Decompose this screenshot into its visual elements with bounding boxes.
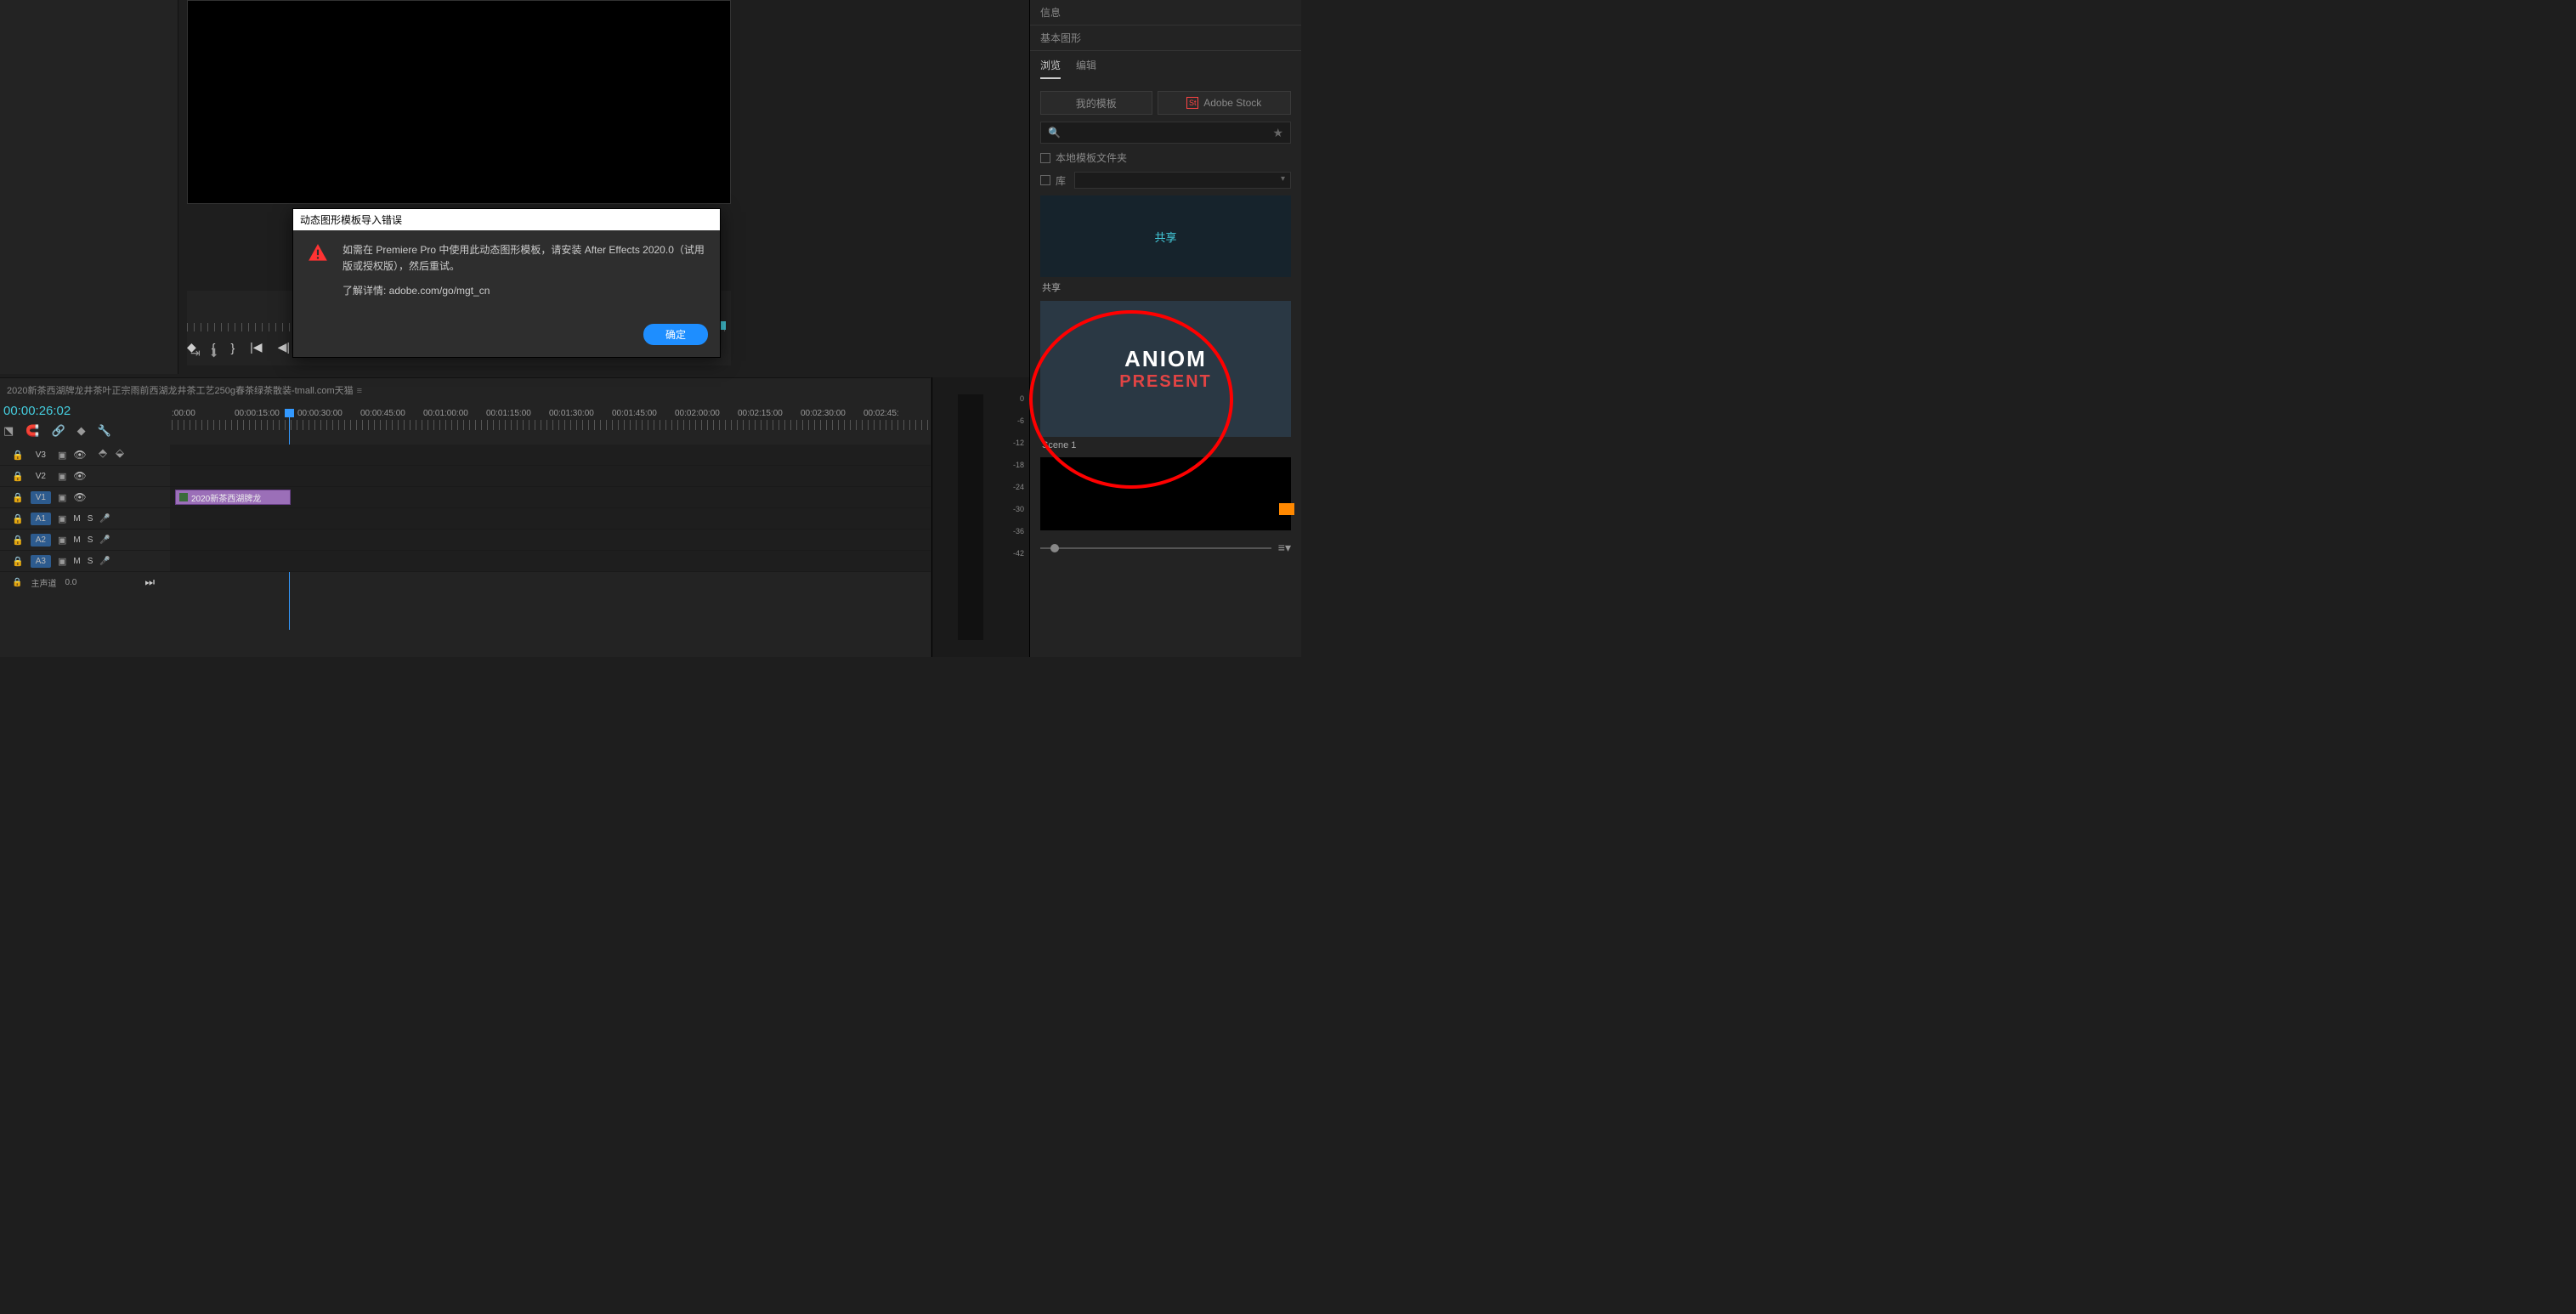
voice-record-icon[interactable]: 🎤 bbox=[99, 557, 110, 566]
effects-panel-collapsed bbox=[0, 0, 178, 374]
mute-icon[interactable]: M bbox=[73, 514, 80, 524]
template-thumb-empty[interactable] bbox=[1040, 457, 1291, 530]
thumbnail-size-slider[interactable] bbox=[1040, 547, 1271, 549]
timeline-panel: 2020新茶西湖牌龙井茶叶正宗雨前西湖龙井茶工艺250g春茶绿茶散装-tmall… bbox=[0, 377, 931, 657]
linked-selection-icon[interactable]: 🔗 bbox=[51, 424, 65, 438]
lock-icon[interactable]: 🔒 bbox=[12, 578, 22, 587]
lock-icon[interactable]: 🔒 bbox=[12, 513, 24, 524]
skip-icon[interactable]: ⏭ bbox=[144, 575, 155, 589]
marker-tool-icon[interactable]: ◆ bbox=[77, 424, 86, 438]
template-thumb-share[interactable]: 共享 bbox=[1040, 195, 1291, 277]
dialog-title: 动态图形模板导入错误 bbox=[293, 209, 720, 230]
my-templates-button[interactable]: 我的模板 bbox=[1040, 91, 1152, 115]
essential-graphics-panel-tab[interactable]: 基本图形 bbox=[1030, 25, 1301, 51]
track-output-icon[interactable]: ▣ bbox=[58, 471, 66, 482]
adobe-stock-button[interactable]: St Adobe Stock bbox=[1158, 91, 1291, 115]
aniom-title-text: ANIOM bbox=[1124, 346, 1207, 372]
sequence-title[interactable]: 2020新茶西湖牌龙井茶叶正宗雨前西湖龙井茶工艺250g春茶绿茶散装-tmall… bbox=[0, 378, 931, 402]
voice-record-icon[interactable]: 🎤 bbox=[99, 535, 110, 545]
eye-icon[interactable]: 👁 bbox=[73, 470, 86, 482]
share-group-label: 共享 bbox=[1042, 280, 1291, 294]
track-output-icon[interactable]: ▣ bbox=[58, 535, 66, 546]
track-output-icon[interactable]: ▣ bbox=[58, 492, 66, 503]
lock-icon[interactable]: 🔒 bbox=[12, 535, 24, 546]
aniom-subtitle-text: PRESENT bbox=[1119, 372, 1211, 392]
fx-badge-icon bbox=[179, 493, 188, 501]
solo-icon[interactable]: S bbox=[88, 557, 93, 566]
voice-record-icon[interactable]: 🎤 bbox=[99, 514, 110, 524]
eye-icon[interactable]: 👁 bbox=[73, 491, 86, 503]
track-v3[interactable]: 🔒V3▣👁 bbox=[0, 445, 931, 466]
error-dialog: 动态图形模板导入错误 如需在 Premiere Pro 中使用此动态图形模板，请… bbox=[292, 208, 721, 358]
dialog-message: 如需在 Premiere Pro 中使用此动态图形模板，请安装 After Ef… bbox=[343, 242, 706, 309]
library-dropdown[interactable] bbox=[1074, 172, 1291, 189]
track-v1[interactable]: 🔒V1▣👁 2020新茶西湖牌龙 bbox=[0, 487, 931, 508]
lock-icon[interactable]: 🔒 bbox=[12, 492, 24, 503]
step-back-icon[interactable]: ◀| bbox=[278, 340, 290, 354]
settings-icon[interactable]: 🔧 bbox=[98, 424, 111, 438]
template-thumb-scene1[interactable]: ANIOM PRESENT bbox=[1040, 301, 1291, 437]
overwrite-icon[interactable]: ⬇ bbox=[209, 346, 219, 360]
mute-icon[interactable]: M bbox=[73, 557, 80, 566]
audio-meters[interactable]: 0 -6 -12 -18 -24 -30 -36 -42 bbox=[931, 377, 1029, 657]
search-icon: 🔍 bbox=[1048, 127, 1061, 139]
snap-icon[interactable]: 🧲 bbox=[25, 424, 39, 438]
stock-icon: St bbox=[1186, 97, 1198, 109]
library-checkbox[interactable] bbox=[1040, 175, 1050, 185]
scene1-label: Scene 1 bbox=[1042, 440, 1291, 450]
right-panel: 信息 基本图形 浏览 编辑 我的模板 St Adobe Stock 🔍 ★ 本地… bbox=[1029, 0, 1301, 657]
nest-icon[interactable]: ⬔ bbox=[3, 424, 14, 438]
sort-menu-icon[interactable]: ≡▾ bbox=[1278, 541, 1291, 555]
timeline-timecode[interactable]: 00:00:26:02 bbox=[3, 404, 71, 418]
track-a1[interactable]: 🔒A1▣MS🎤 bbox=[0, 508, 931, 530]
track-output-icon[interactable]: ▣ bbox=[58, 450, 66, 461]
local-folder-label: 本地模板文件夹 bbox=[1056, 150, 1127, 165]
ok-button[interactable]: 确定 bbox=[643, 324, 708, 345]
track-output-icon[interactable]: ▣ bbox=[58, 556, 66, 567]
go-to-in-icon[interactable]: |◀ bbox=[250, 340, 262, 354]
favorite-icon[interactable]: ★ bbox=[1272, 126, 1283, 140]
lock-icon[interactable]: 🔒 bbox=[12, 556, 24, 567]
library-label: 库 bbox=[1056, 173, 1066, 188]
info-panel-tab[interactable]: 信息 bbox=[1030, 0, 1301, 25]
mute-icon[interactable]: M bbox=[73, 535, 80, 545]
track-v2[interactable]: 🔒V2▣👁 bbox=[0, 466, 931, 487]
eye-icon[interactable]: 👁 bbox=[73, 449, 86, 461]
meter-bars bbox=[958, 394, 983, 640]
lock-icon[interactable]: 🔒 bbox=[12, 450, 24, 461]
track-a2[interactable]: 🔒A2▣MS🎤 bbox=[0, 530, 931, 551]
tab-edit[interactable]: 编辑 bbox=[1076, 58, 1096, 79]
insert-icon[interactable]: ⇥ bbox=[190, 346, 201, 360]
mark-out-icon[interactable]: } bbox=[230, 341, 235, 354]
video-clip[interactable]: 2020新茶西湖牌龙 bbox=[175, 490, 291, 505]
track-output-icon[interactable]: ▣ bbox=[58, 513, 66, 524]
solo-icon[interactable]: S bbox=[88, 535, 93, 545]
lock-icon[interactable]: 🔒 bbox=[12, 471, 24, 482]
master-track[interactable]: 🔒 主声道 0.0 ⏭ bbox=[0, 572, 931, 592]
tab-browse[interactable]: 浏览 bbox=[1040, 58, 1061, 79]
local-folder-checkbox[interactable] bbox=[1040, 153, 1050, 163]
search-input[interactable]: 🔍 ★ bbox=[1040, 122, 1291, 144]
solo-icon[interactable]: S bbox=[88, 514, 93, 524]
track-a3[interactable]: 🔒A3▣MS🎤 bbox=[0, 551, 931, 572]
program-monitor[interactable] bbox=[187, 0, 731, 204]
mogrt-badge-icon bbox=[1279, 503, 1294, 515]
warning-icon bbox=[307, 242, 329, 264]
meter-scale: 0 -6 -12 -18 -24 -30 -36 -42 bbox=[1013, 394, 1024, 571]
